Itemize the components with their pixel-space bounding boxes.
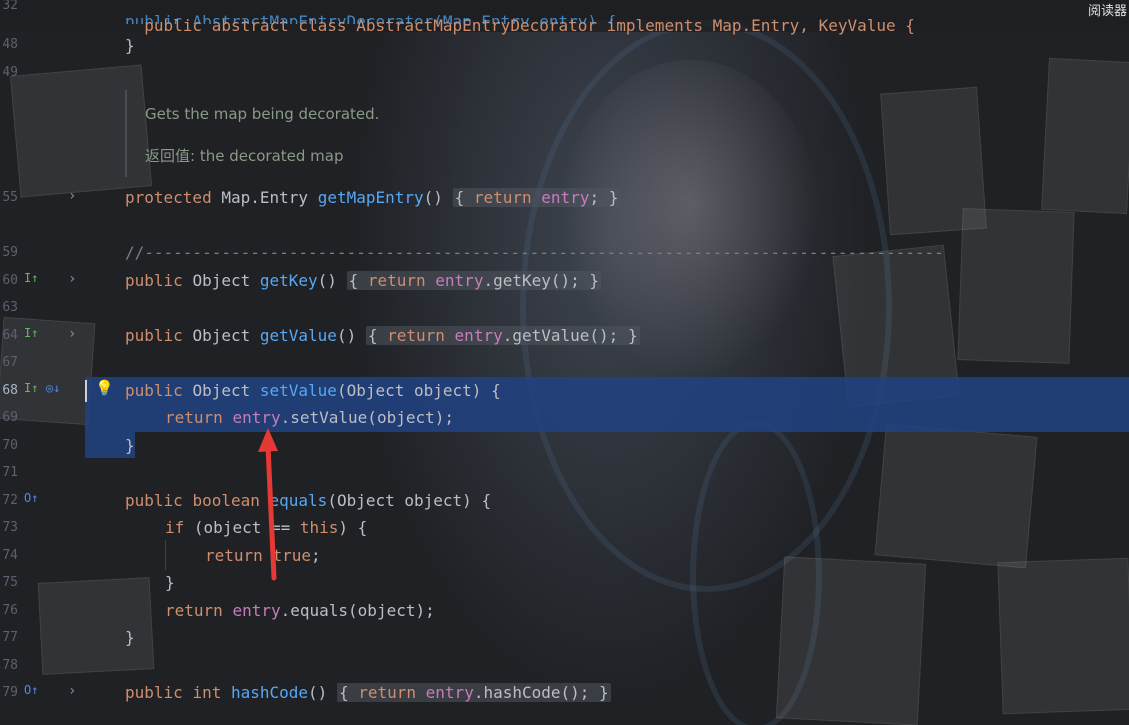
red-annotation-arrow-icon xyxy=(258,428,278,581)
